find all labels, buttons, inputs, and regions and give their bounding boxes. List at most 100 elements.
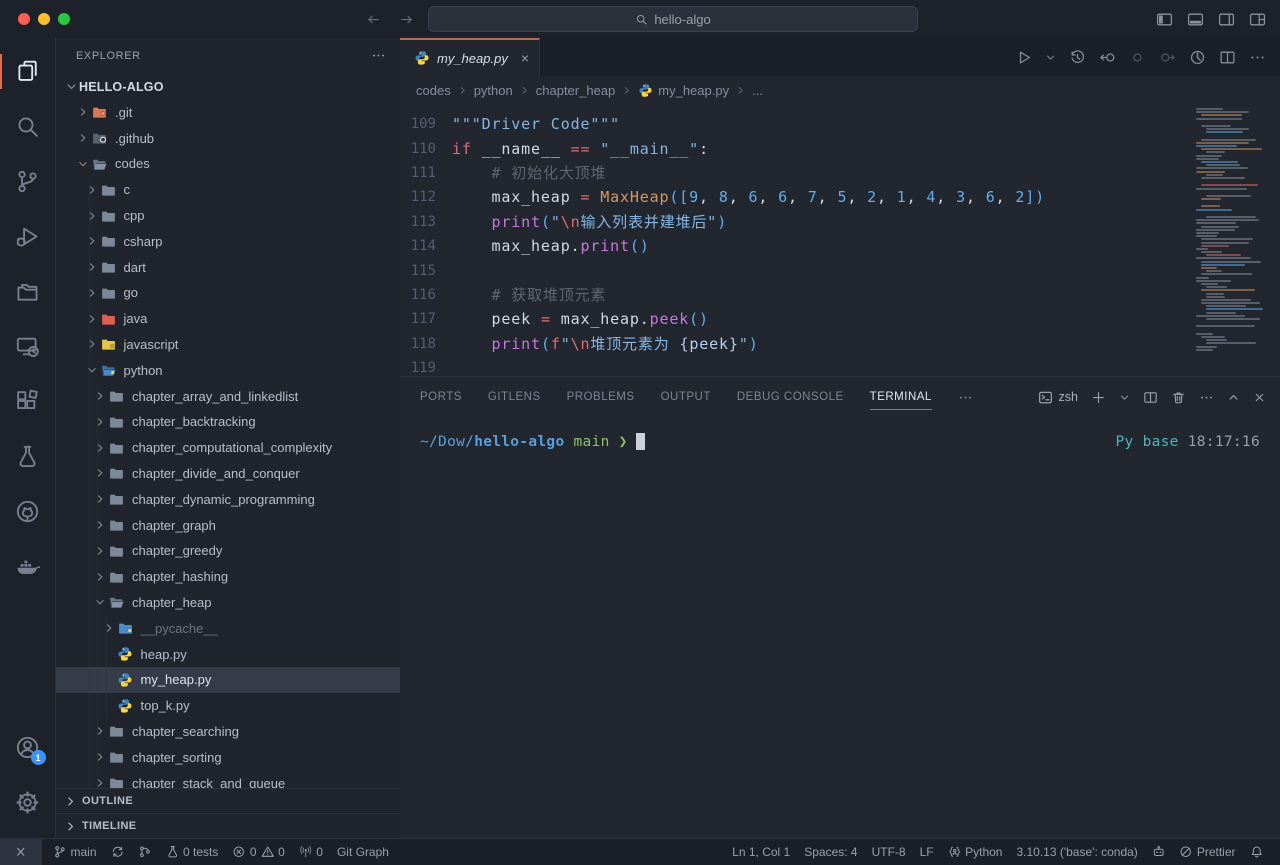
layout-sidebar-left-icon[interactable] — [1156, 11, 1173, 28]
code-line-109[interactable]: 109"""Driver Code""" — [400, 112, 1190, 136]
panel-tab-terminal[interactable]: TERMINAL — [870, 377, 932, 417]
tree-item-c[interactable]: c — [56, 177, 400, 203]
breadcrumb-item-python[interactable]: python — [474, 83, 513, 98]
status-copilot[interactable] — [1145, 839, 1173, 865]
activity-accounts-icon[interactable]: 1 — [0, 720, 56, 775]
tree-item-javascript[interactable]: javascript — [56, 332, 400, 358]
activity-explorer-icon[interactable] — [0, 44, 56, 99]
timeline-history-icon[interactable] — [1069, 49, 1086, 66]
code-editor[interactable]: 109"""Driver Code"""110if __name__ == "_… — [400, 104, 1280, 376]
activity-settings-icon[interactable] — [0, 775, 56, 830]
status-python-interpreter[interactable]: 3.10.13 ('base': conda) — [1009, 839, 1144, 865]
status-git-graph-toggle[interactable] — [131, 839, 159, 865]
nav-circle-icon[interactable] — [1129, 49, 1146, 66]
status-problems[interactable]: 00 — [225, 839, 291, 865]
code-line-117[interactable]: 117 peek = max_heap.peek() — [400, 307, 1190, 331]
panel-tab-gitlens[interactable]: GITLENS — [488, 377, 541, 417]
code-line-113[interactable]: 113 print("\n输入列表并建堆后") — [400, 210, 1190, 234]
tree-item--git[interactable]: .git — [56, 99, 400, 125]
status-cursor-position[interactable]: Ln 1, Col 1 — [725, 839, 797, 865]
tree-item-my-heap-py[interactable]: my_heap.py — [56, 667, 400, 693]
tree-item-chapter-array-and-linkedlist[interactable]: chapter_array_and_linkedlist — [56, 383, 400, 409]
run-profile-icon[interactable] — [1189, 49, 1206, 66]
code-line-111[interactable]: 111 # 初始化大顶堆 — [400, 161, 1190, 185]
activity-folders-icon[interactable] — [0, 264, 56, 319]
terminal-shell-label[interactable]: zsh — [1038, 390, 1078, 405]
layout-panel-icon[interactable] — [1187, 11, 1204, 28]
status-sync[interactable] — [104, 839, 132, 865]
panel-more-tabs-icon[interactable] — [958, 390, 973, 405]
close-window-button[interactable] — [18, 13, 30, 25]
tree-item-cpp[interactable]: cpp — [56, 203, 400, 229]
status-tests[interactable]: 0 tests — [159, 839, 226, 865]
tree-item-chapter-graph[interactable]: chapter_graph — [56, 512, 400, 538]
status-notifications[interactable] — [1243, 839, 1271, 865]
layout-grid-icon[interactable] — [1249, 11, 1266, 28]
tree-item-dart[interactable]: dart — [56, 254, 400, 280]
outline-section[interactable]: OUTLINE — [56, 788, 400, 813]
status-eol[interactable]: LF — [913, 839, 941, 865]
status-encoding[interactable]: UTF-8 — [865, 839, 913, 865]
code-line-110[interactable]: 110if __name__ == "__main__": — [400, 136, 1190, 160]
minimize-window-button[interactable] — [38, 13, 50, 25]
activity-docker-icon[interactable] — [0, 539, 56, 594]
zoom-window-button[interactable] — [58, 13, 70, 25]
activity-extensions-icon[interactable] — [0, 374, 56, 429]
panel-tab-debug-console[interactable]: DEBUG CONSOLE — [737, 377, 844, 417]
tree-item-python[interactable]: python — [56, 357, 400, 383]
run-python-file-icon[interactable] — [1015, 49, 1032, 66]
nav-forward-circle-icon[interactable] — [1159, 49, 1176, 66]
tree-item-chapter-backtracking[interactable]: chapter_backtracking — [56, 409, 400, 435]
navigate-back-icon[interactable] — [366, 12, 381, 27]
tree-item-chapter-hashing[interactable]: chapter_hashing — [56, 564, 400, 590]
activity-remote-explorer-icon[interactable] — [0, 319, 56, 374]
minimap[interactable] — [1196, 108, 1270, 352]
activity-search-icon[interactable] — [0, 99, 56, 154]
maximize-panel-icon[interactable] — [1227, 391, 1240, 404]
tree-item-chapter-sorting[interactable]: chapter_sorting — [56, 744, 400, 770]
tree-item-java[interactable]: java — [56, 306, 400, 332]
tree-item-csharp[interactable]: csharp — [56, 228, 400, 254]
go-back-definition-icon[interactable] — [1099, 49, 1116, 66]
split-editor-icon[interactable] — [1219, 49, 1236, 66]
code-line-119[interactable]: 119 — [400, 356, 1190, 376]
tree-item-chapter-searching[interactable]: chapter_searching — [56, 719, 400, 745]
code-line-112[interactable]: 112 max_heap = MaxHeap([9, 8, 6, 6, 7, 5… — [400, 185, 1190, 209]
status-prettier[interactable]: Prettier — [1172, 839, 1242, 865]
code-line-114[interactable]: 114 max_heap.print() — [400, 234, 1190, 258]
activity-source-control-icon[interactable] — [0, 154, 56, 209]
tree-item-chapter-divide-and-conquer[interactable]: chapter_divide_and_conquer — [56, 461, 400, 487]
panel-tab-output[interactable]: OUTPUT — [661, 377, 711, 417]
tree-item--github[interactable]: .github — [56, 125, 400, 151]
terminal-dropdown-icon[interactable] — [1119, 392, 1130, 403]
new-terminal-icon[interactable] — [1091, 390, 1106, 405]
window-controls[interactable] — [0, 13, 120, 25]
panel-more-actions-icon[interactable] — [1199, 390, 1214, 405]
command-center-search[interactable]: hello-algo — [428, 6, 918, 32]
panel-tab-ports[interactable]: PORTS — [420, 377, 462, 417]
editor-more-actions-icon[interactable] — [1249, 49, 1266, 66]
tree-item-top-k-py[interactable]: top_k.py — [56, 693, 400, 719]
layout-sidebar-right-icon[interactable] — [1218, 11, 1235, 28]
tree-item-chapter-stack-and-queue[interactable]: chapter_stack_and_queue — [56, 770, 400, 788]
tree-item-go[interactable]: go — [56, 280, 400, 306]
run-dropdown-icon[interactable] — [1045, 52, 1056, 63]
tree-item-chapter-greedy[interactable]: chapter_greedy — [56, 538, 400, 564]
status-indentation[interactable]: Spaces: 4 — [797, 839, 864, 865]
timeline-section[interactable]: TIMELINE — [56, 813, 400, 838]
kill-terminal-icon[interactable] — [1171, 390, 1186, 405]
terminal[interactable]: ~/Dow/hello-algo main ❯ Py base 18:17:16 — [400, 417, 1280, 838]
activity-testing-icon[interactable] — [0, 429, 56, 484]
close-tab-icon[interactable]: × — [521, 50, 529, 66]
activity-run-debug-icon[interactable] — [0, 209, 56, 264]
explorer-more-actions-icon[interactable] — [371, 48, 386, 63]
tree-item-codes[interactable]: codes — [56, 151, 400, 177]
breadcrumb-item-chapter-heap[interactable]: chapter_heap — [536, 83, 616, 98]
close-panel-icon[interactable] — [1253, 391, 1266, 404]
status-git-graph[interactable]: Git Graph — [330, 839, 396, 865]
tree-item-chapter-dynamic-programming[interactable]: chapter_dynamic_programming — [56, 486, 400, 512]
split-terminal-icon[interactable] — [1143, 390, 1158, 405]
code-line-116[interactable]: 116 # 获取堆顶元素 — [400, 283, 1190, 307]
breadcrumb-item-codes[interactable]: codes — [416, 83, 451, 98]
status-remote-indicator[interactable] — [0, 839, 42, 865]
